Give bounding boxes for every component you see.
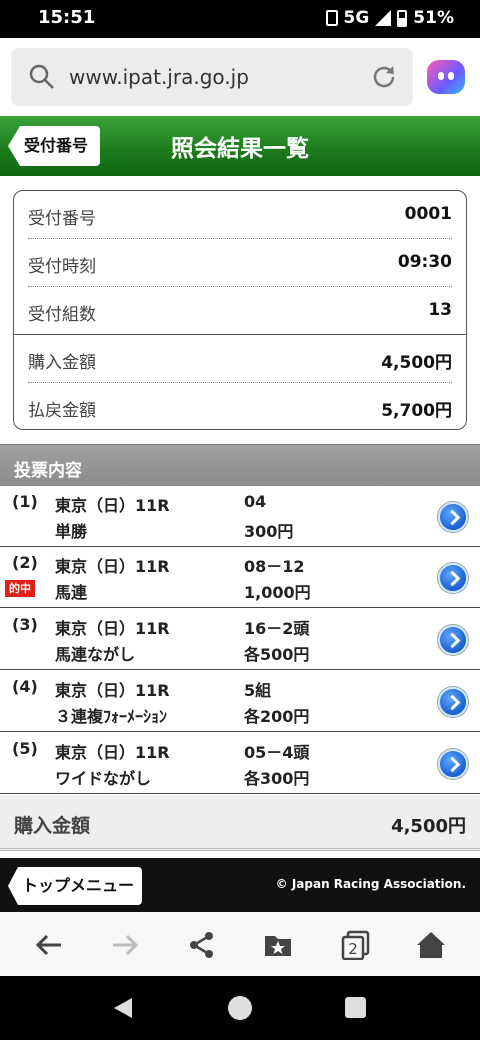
signal-icon [375,10,392,26]
url-text[interactable]: www.ipat.jra.go.jp [69,65,249,89]
system-back-icon[interactable] [114,998,132,1018]
bet-type: 馬連ながし [55,645,136,664]
page-header: 受付番号 照会結果一覧 [0,116,480,176]
bet-index: (3) [12,615,38,634]
tabs-count: 2 [348,940,358,958]
summary-row-purchase-amount: 購入金額 4,500円 [28,335,452,383]
bet-row[interactable]: (5) 東京（日）11R ワイドながし 05－4頭 各300円 [0,733,480,794]
top-menu-button[interactable]: トップメニュー [8,867,143,905]
bet-amount: 各200円 [244,707,310,726]
bet-index: (4) [12,677,38,696]
summary-value: 4,500円 [381,353,452,373]
bets-section-header: 投票内容 [0,444,480,486]
tabs-icon[interactable]: 2 [340,930,370,961]
bet-race: 東京（日）11R [55,557,170,576]
total-row: 購入金額 4,500円 [0,795,480,851]
chevron-right-icon[interactable] [438,502,468,532]
bet-index: (1) [12,492,38,511]
bet-race: 東京（日）11R [55,496,170,515]
bet-type: ３連複ﾌｫｰﾒｰｼｮﾝ [55,707,168,726]
summary-value: 09:30 [397,252,452,272]
network-label: 5G [343,8,370,28]
summary-value: 0001 [404,204,452,224]
battery-icon [397,9,408,27]
bet-race: 東京（日）11R [55,681,170,700]
system-home-icon[interactable] [228,996,252,1020]
back-arrow-icon[interactable] [34,930,64,960]
status-time: 15:51 [38,7,96,28]
chevron-right-icon[interactable] [438,625,468,655]
share-icon[interactable] [187,930,217,960]
search-icon [29,64,55,94]
bet-index: (5) [12,739,38,758]
bet-race: 東京（日）11R [55,619,170,638]
bookmarks-icon[interactable] [263,930,293,960]
status-bar: 15:51 5G 51% [0,0,480,38]
summary-row-payout-amount: 払戻金額 5,700円 [28,383,452,429]
copyright-text: © Japan Racing Association. [275,877,466,891]
summary-label: 受付番号 [28,209,96,229]
summary-row-bet-count: 受付組数 13 [28,287,452,335]
page-footer: トップメニュー © Japan Racing Association. [0,858,480,912]
system-recents-icon[interactable] [345,997,366,1018]
summary-row-receipt-number: 受付番号 0001 [28,191,452,239]
bet-combination: 05－4頭 [244,743,310,762]
chevron-right-icon[interactable] [438,563,468,593]
summary-panel: 受付番号 0001 受付時刻 09:30 受付組数 13 購入金額 4,500円… [13,190,467,430]
browser-bottom-bar: 2 [0,912,480,976]
bet-row[interactable]: (3) 東京（日）11R 馬連ながし 16－2頭 各500円 [0,609,480,670]
bet-combination: 16－2頭 [244,619,310,638]
bet-amount: 各300円 [244,769,310,788]
battery-percent: 51% [413,8,454,28]
summary-label: 受付組数 [28,305,96,325]
summary-label: 受付時刻 [28,257,96,277]
vibrate-icon [325,10,338,26]
summary-label: 払戻金額 [28,401,96,421]
bet-amount: 各500円 [244,645,310,664]
bet-amount: 300円 [244,522,294,541]
hit-badge: 的中 [5,580,35,597]
browser-toolbar: www.ipat.jra.go.jp [0,38,480,116]
assistant-icon[interactable] [427,60,465,94]
total-label: 購入金額 [14,815,91,837]
chevron-right-icon[interactable] [438,687,468,717]
address-bar[interactable]: www.ipat.jra.go.jp [11,48,413,106]
summary-value: 13 [428,300,452,320]
bet-type: 馬連 [55,583,88,602]
chevron-right-icon[interactable] [438,749,468,779]
bet-type: ワイドながし [55,769,152,788]
bet-combination: 04 [244,492,267,511]
reload-icon[interactable] [369,62,399,96]
bet-row[interactable]: (2) 的中 東京（日）11R 馬連 08－12 1,000円 [0,547,480,608]
forward-arrow-icon[interactable] [110,930,140,960]
page-title: 照会結果一覧 [171,136,309,162]
total-value: 4,500円 [391,816,466,837]
bet-row[interactable]: (4) 東京（日）11R ３連複ﾌｫｰﾒｰｼｮﾝ 5組 各200円 [0,671,480,732]
summary-row-receipt-time: 受付時刻 09:30 [28,239,452,287]
system-navigation-bar [0,976,480,1040]
status-icons: 5G 51% [325,8,454,28]
bet-index: (2) [12,553,38,572]
bet-amount: 1,000円 [244,583,311,602]
bet-race: 東京（日）11R [55,743,170,762]
bet-combination: 5組 [244,681,272,700]
bet-row[interactable]: (1) 東京（日）11R 単勝 04 300円 [0,486,480,547]
summary-label: 購入金額 [28,353,96,373]
summary-value: 5,700円 [381,401,452,421]
bet-combination: 08－12 [244,557,305,576]
bet-type: 単勝 [55,522,88,541]
home-icon[interactable] [416,930,446,960]
